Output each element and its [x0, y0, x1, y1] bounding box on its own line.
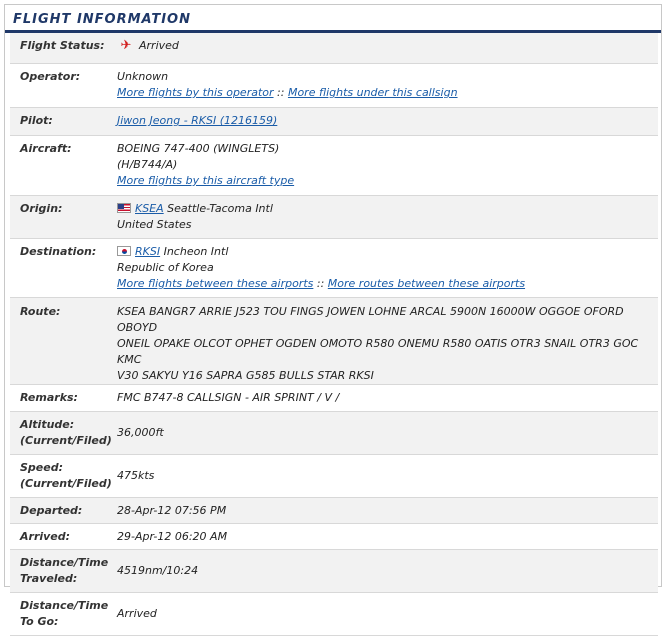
aircraft-label: Aircraft:	[10, 135, 117, 196]
airplane-status-icon: ✈	[120, 38, 132, 53]
distance-traveled-label: Distance/Time Traveled:	[10, 549, 117, 593]
destination-airport-code-link[interactable]: RKSI	[135, 245, 160, 258]
distance-to-go-label: Distance/Time To Go:	[10, 592, 117, 636]
arrived-label: Arrived:	[10, 523, 117, 550]
destination-airport-name: Incheon Intl	[163, 245, 229, 258]
row-speed: Speed: (Current/Filed) 475kts	[10, 454, 658, 498]
more-flights-between-airports-link[interactable]: More flights between these airports	[117, 277, 313, 290]
flight-status-value: Arrived	[139, 39, 179, 52]
distance-to-go-label-line-1: Distance/Time	[20, 599, 109, 612]
speed-label-line-2: (Current/Filed)	[20, 477, 112, 490]
altitude-label-line-2: (Current/Filed)	[20, 434, 112, 447]
speed-label: Speed: (Current/Filed)	[10, 454, 117, 498]
row-departed: Departed: 28-Apr-12 07:56 PM	[10, 497, 658, 524]
route-line-3: V30 SAKYU Y16 SAPRA G585 BULLS STAR RKSI	[117, 369, 374, 382]
row-remarks: Remarks: FMC B747-8 CALLSIGN - AIR SPRIN…	[10, 384, 658, 412]
row-destination: Destination: RKSI Incheon Intl Republic …	[10, 238, 658, 298]
arrived-value: 29-Apr-12 06:20 AM	[117, 523, 658, 550]
speed-value: 475kts	[117, 454, 658, 498]
destination-value-cell: RKSI Incheon Intl Republic of Korea More…	[117, 238, 658, 298]
departed-label: Departed:	[10, 497, 117, 524]
altitude-label: Altitude: (Current/Filed)	[10, 411, 117, 455]
origin-label: Origin:	[10, 195, 117, 239]
row-origin: Origin: KSEA Seattle-Tacoma Intl United …	[10, 195, 658, 239]
departed-value: 28-Apr-12 07:56 PM	[117, 497, 658, 524]
distance-to-go-label-line-2: To Go:	[20, 615, 59, 628]
panel-title: FLIGHT INFORMATION	[5, 5, 661, 33]
us-flag-icon	[117, 203, 131, 213]
route-value-cell: KSEA BANGR7 ARRIE J523 TOU FINGS JOWEN L…	[117, 297, 658, 385]
aircraft-type: BOEING 747-400 (WINGLETS)	[117, 142, 280, 155]
remarks-label: Remarks:	[10, 384, 117, 412]
remarks-value: FMC B747-8 CALLSIGN - AIR SPRINT / V /	[117, 384, 658, 412]
row-altitude: Altitude: (Current/Filed) 36,000ft	[10, 411, 658, 455]
flight-info-table: Flight Status: ✈ Arrived Operator: Unknow…	[10, 33, 658, 636]
operator-label: Operator:	[10, 63, 117, 108]
operator-value-cell: Unknown More flights by this operator ::…	[117, 63, 658, 108]
pilot-value-cell: Jiwon Jeong - RKSI (1216159)	[117, 107, 658, 136]
origin-airport-code-link[interactable]: KSEA	[135, 202, 164, 215]
row-route: Route: KSEA BANGR7 ARRIE J523 TOU FINGS …	[10, 297, 658, 385]
more-flights-by-aircraft-type-link[interactable]: More flights by this aircraft type	[117, 174, 294, 187]
pilot-link[interactable]: Jiwon Jeong - RKSI (1216159)	[117, 114, 277, 127]
row-pilot: Pilot: Jiwon Jeong - RKSI (1216159)	[10, 107, 658, 136]
aircraft-value-cell: BOEING 747-400 (WINGLETS) (H/B744/A) Mor…	[117, 135, 658, 196]
row-flight-status: Flight Status: ✈ Arrived	[10, 33, 658, 64]
more-routes-between-airports-link[interactable]: More routes between these airports	[328, 277, 525, 290]
more-flights-under-callsign-link[interactable]: More flights under this callsign	[288, 86, 458, 99]
altitude-value: 36,000ft	[117, 411, 658, 455]
altitude-label-line-1: Altitude:	[20, 418, 75, 431]
speed-label-line-1: Speed:	[20, 461, 63, 474]
distance-traveled-label-line-1: Distance/Time	[20, 556, 109, 569]
row-arrived: Arrived: 29-Apr-12 06:20 AM	[10, 523, 658, 550]
more-flights-by-operator-link[interactable]: More flights by this operator	[117, 86, 274, 99]
kr-flag-icon	[117, 246, 131, 256]
pilot-label: Pilot:	[10, 107, 117, 136]
row-operator: Operator: Unknown More flights by this o…	[10, 63, 658, 108]
row-aircraft: Aircraft: BOEING 747-400 (WINGLETS) (H/B…	[10, 135, 658, 196]
flight-status-label: Flight Status:	[10, 33, 117, 64]
route-line-1: KSEA BANGR7 ARRIE J523 TOU FINGS JOWEN L…	[117, 305, 624, 334]
distance-traveled-value: 4519nm/10:24	[117, 549, 658, 593]
operator-value: Unknown	[117, 70, 169, 83]
distance-traveled-label-line-2: Traveled:	[20, 572, 78, 585]
distance-to-go-value: Arrived	[117, 592, 658, 636]
destination-links: More flights between these airports :: M…	[117, 276, 658, 292]
destination-label: Destination:	[10, 238, 117, 298]
operator-links: More flights by this operator :: More fl…	[117, 85, 658, 101]
row-distance-to-go: Distance/Time To Go: Arrived	[10, 592, 658, 636]
link-separator: ::	[277, 86, 285, 99]
link-separator: ::	[316, 277, 325, 290]
destination-country: Republic of Korea	[117, 261, 214, 274]
route-line-2: ONEIL OPAKE OLCOT OPHET OGDEN OMOTO R580…	[117, 337, 639, 366]
flight-status-value-cell: ✈ Arrived	[117, 33, 658, 64]
route-label: Route:	[10, 297, 117, 385]
origin-country: United States	[117, 218, 192, 231]
origin-value-cell: KSEA Seattle-Tacoma Intl United States	[117, 195, 658, 239]
origin-airport-name: Seattle-Tacoma Intl	[167, 202, 273, 215]
aircraft-code: (H/B744/A)	[117, 158, 178, 171]
flight-information-panel: FLIGHT INFORMATION Flight Status: ✈ Arriv…	[4, 4, 662, 636]
row-distance-traveled: Distance/Time Traveled: 4519nm/10:24	[10, 549, 658, 593]
